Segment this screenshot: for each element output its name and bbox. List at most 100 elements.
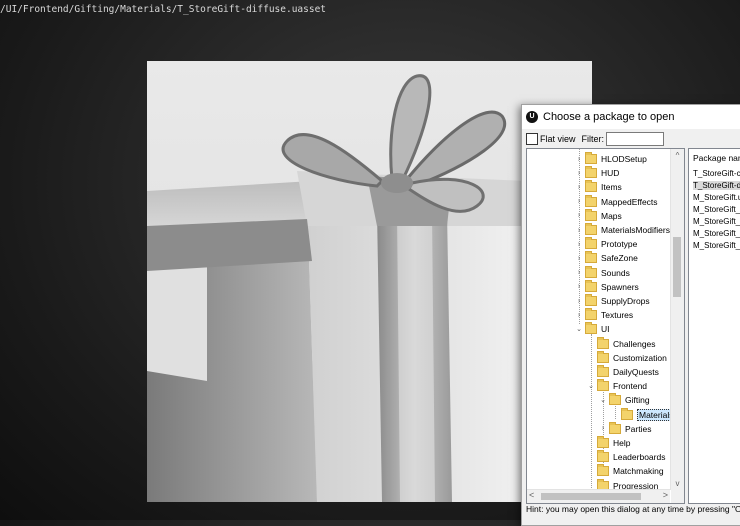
expand-chevron-icon[interactable]: › bbox=[575, 198, 583, 205]
filter-label: Filter: bbox=[581, 134, 605, 144]
tree-item-leaderboards[interactable]: Leaderboards bbox=[587, 450, 665, 464]
tree-item-label: Leaderboards bbox=[613, 452, 666, 463]
folder-icon bbox=[585, 152, 597, 164]
tree-item-label: UI bbox=[601, 324, 610, 335]
tree-item-customization[interactable]: Customization bbox=[587, 350, 667, 365]
tree-item-label: Gifting bbox=[625, 395, 650, 406]
tree-item-label: DailyQuests bbox=[613, 367, 659, 377]
folder-icon bbox=[585, 265, 597, 278]
tree-item-label: SafeZone bbox=[601, 253, 638, 264]
scroll-left-icon[interactable]: < bbox=[529, 490, 534, 500]
expand-chevron-icon[interactable]: › bbox=[575, 269, 583, 276]
tree-item-mappedeffects[interactable]: › MappedEffects bbox=[575, 194, 658, 209]
expand-chevron-icon[interactable]: ⌄ bbox=[575, 325, 583, 333]
tree-vertical-scrollbar[interactable]: ^ v bbox=[670, 149, 684, 490]
flat-view-checkbox[interactable] bbox=[526, 133, 538, 145]
package-item[interactable]: M_StoreGift.ua bbox=[693, 193, 740, 202]
scroll-up-icon[interactable]: ^ bbox=[671, 151, 684, 160]
package-list[interactable]: Package name T_StoreGift-ch T_StoreGift-d… bbox=[688, 148, 740, 504]
expand-chevron-icon[interactable]: › bbox=[575, 255, 583, 262]
tree-item-supplydrops[interactable]: › SupplyDrops bbox=[575, 294, 650, 308]
folder-icon bbox=[609, 393, 621, 406]
expand-chevron-icon[interactable]: › bbox=[575, 184, 583, 191]
folder-icon bbox=[585, 251, 597, 264]
expand-chevron-icon[interactable]: › bbox=[575, 227, 583, 234]
package-item[interactable]: M_StoreGift_v bbox=[693, 241, 740, 250]
expand-chevron-icon[interactable]: › bbox=[575, 312, 583, 319]
tree-item-label: Materials bbox=[637, 408, 670, 421]
folder-icon bbox=[597, 379, 609, 392]
folder-icon bbox=[585, 322, 597, 335]
folder-icon bbox=[597, 436, 609, 448]
folder-icon bbox=[585, 194, 597, 207]
tree-item-hud[interactable]: › HUD bbox=[575, 166, 619, 180]
expand-chevron-icon[interactable]: › bbox=[575, 241, 583, 248]
tree-horizontal-scrollbar[interactable]: < > bbox=[527, 489, 670, 503]
choose-package-dialog: U Choose a package to open Flat view Fil… bbox=[521, 104, 740, 526]
tree-item-spawners[interactable]: › Spawners bbox=[575, 279, 639, 294]
filter-input[interactable] bbox=[606, 132, 665, 146]
tree-item-sounds[interactable]: › Sounds bbox=[575, 265, 630, 280]
folder-icon bbox=[585, 294, 597, 306]
tree-item-parties[interactable]: › Parties bbox=[599, 421, 651, 436]
folder-icon bbox=[597, 464, 609, 477]
tree-item-label: SupplyDrops bbox=[601, 296, 650, 306]
folder-icon bbox=[609, 421, 621, 434]
expand-chevron-icon[interactable]: › bbox=[575, 156, 583, 163]
flat-view-label: Flat view bbox=[540, 134, 576, 144]
expand-chevron-icon[interactable]: › bbox=[599, 425, 607, 432]
tree-item-hlodsetup[interactable]: › HLODSetup bbox=[575, 152, 647, 166]
scroll-thumb[interactable] bbox=[673, 237, 681, 297]
tree-item-ui[interactable]: ⌄ UI bbox=[575, 322, 610, 336]
hscroll-thumb[interactable] bbox=[541, 493, 641, 500]
expand-chevron-icon[interactable]: ⌄ bbox=[587, 382, 595, 390]
scroll-corner bbox=[671, 490, 684, 503]
tree-item-help[interactable]: Help bbox=[587, 436, 630, 450]
tree-item-matchmaking[interactable]: Matchmaking bbox=[587, 464, 664, 478]
tree-item-label: Matchmaking bbox=[613, 466, 664, 477]
scroll-down-icon[interactable]: v bbox=[671, 479, 684, 488]
tree-item-frontend[interactable]: ⌄ Frontend bbox=[587, 379, 647, 393]
tree-item-label: Maps bbox=[601, 210, 622, 221]
package-item[interactable]: T_StoreGift-ch bbox=[693, 169, 740, 178]
tree-item-maps[interactable]: › Maps bbox=[575, 208, 622, 223]
dialog-titlebar[interactable]: U Choose a package to open bbox=[522, 105, 740, 129]
tree-item-gifting[interactable]: ⌄ Gifting bbox=[599, 393, 650, 407]
tree-item-label: Textures bbox=[601, 310, 634, 321]
expand-chevron-icon[interactable]: › bbox=[575, 283, 583, 290]
tree-item-safezone[interactable]: › SafeZone bbox=[575, 251, 638, 265]
folder-icon bbox=[597, 350, 609, 363]
package-item[interactable]: M_StoreGift_v bbox=[693, 205, 740, 214]
package-item[interactable]: M_StoreGift_v bbox=[693, 229, 740, 238]
tree-item-label: Items bbox=[601, 182, 622, 193]
hint-text: Hint: you may open this dialog at any ti… bbox=[526, 504, 740, 514]
dialog-toolbar: Flat view Filter: bbox=[526, 131, 665, 147]
tree-item-items[interactable]: › Items bbox=[575, 180, 622, 194]
expand-chevron-icon[interactable]: ⌄ bbox=[599, 396, 607, 404]
tree-item-prototype[interactable]: › Prototype bbox=[575, 237, 637, 251]
folder-tree[interactable]: › HLODSetup › HUD › Items › MappedEffects › Maps ›… bbox=[526, 148, 685, 504]
tree-item-textures[interactable]: › Textures bbox=[575, 308, 633, 322]
tree-item-dailyquests[interactable]: DailyQuests bbox=[587, 365, 659, 379]
folder-tree-content: › HLODSetup › HUD › Items › MappedEffects › Maps ›… bbox=[527, 149, 670, 490]
tree-item-label: Prototype bbox=[601, 239, 638, 250]
folder-icon bbox=[585, 279, 597, 292]
package-item[interactable]: T_StoreGift-dif bbox=[693, 181, 740, 190]
folder-icon bbox=[585, 166, 597, 179]
tree-item-label: Challenges bbox=[613, 338, 656, 349]
tree-item-materialsmodifiers[interactable]: › MaterialsModifiers bbox=[575, 223, 670, 237]
folder-icon bbox=[585, 208, 597, 221]
folder-icon bbox=[585, 237, 597, 250]
package-name-header[interactable]: Package name bbox=[693, 153, 740, 163]
package-item[interactable]: M_StoreGift_v bbox=[693, 217, 740, 226]
tree-item-challenges[interactable]: Challenges bbox=[587, 336, 656, 351]
folder-icon bbox=[597, 365, 609, 377]
expand-chevron-icon[interactable]: › bbox=[575, 170, 583, 177]
scroll-right-icon[interactable]: > bbox=[663, 490, 668, 500]
tree-item-label: Help bbox=[613, 438, 631, 448]
tree-item-materials[interactable]: Materials bbox=[611, 407, 670, 422]
tree-item-label: Spawners bbox=[601, 281, 639, 292]
expand-chevron-icon[interactable]: › bbox=[575, 298, 583, 305]
tree-item-label: Frontend bbox=[613, 381, 648, 392]
expand-chevron-icon[interactable]: › bbox=[575, 212, 583, 219]
